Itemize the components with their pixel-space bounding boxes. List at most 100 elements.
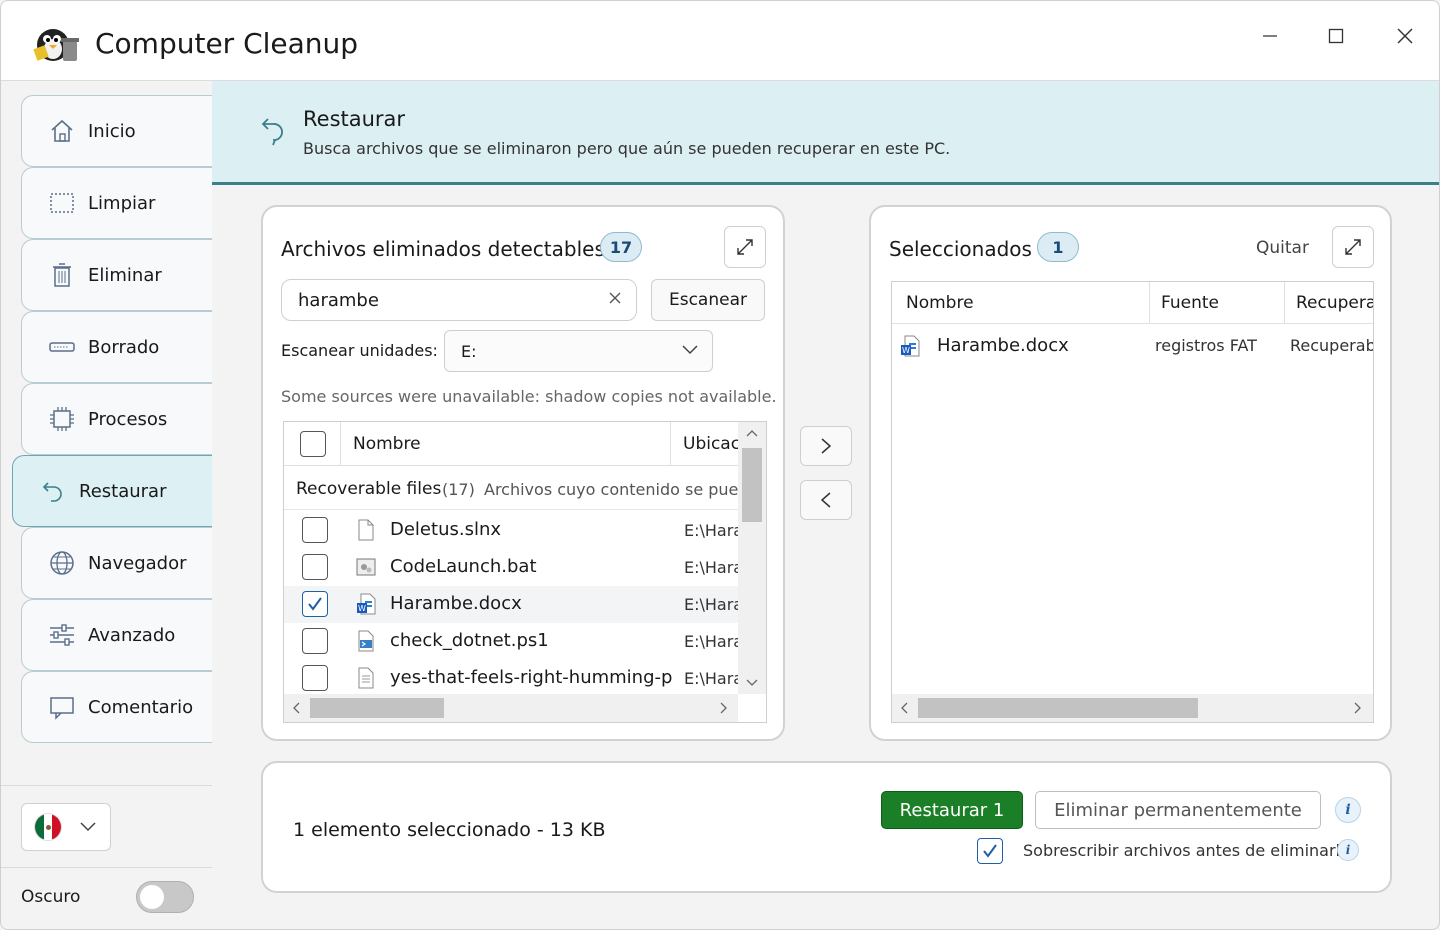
file-name: check_dotnet.ps1	[390, 630, 549, 651]
table-row[interactable]: W Harambe.docx E:\Hara	[284, 586, 738, 623]
overwrite-checkbox[interactable]	[977, 838, 1003, 864]
scroll-left-icon[interactable]	[292, 702, 300, 717]
sidebar-item-label: Eliminar	[88, 264, 162, 286]
svg-text:W: W	[902, 346, 910, 355]
action-panel: 1 elemento seleccionado - 13 KB Restaura…	[261, 761, 1392, 893]
row-checkbox[interactable]	[302, 591, 328, 617]
sidebar-item-label: Borrado	[88, 336, 160, 358]
language-select[interactable]	[21, 803, 111, 851]
word-doc-icon: W	[357, 593, 376, 615]
sidebar-item-inicio[interactable]: Inicio	[21, 95, 212, 167]
table-row[interactable]: Deletus.slnx E:\Hara	[284, 512, 738, 549]
sidebar-item-procesos[interactable]: Procesos	[21, 383, 212, 455]
sidebar-item-restaurar[interactable]: Restaurar	[12, 455, 212, 527]
scroll-left-icon[interactable]	[900, 702, 908, 717]
horizontal-scrollbar[interactable]	[892, 694, 1373, 722]
expand-button[interactable]	[724, 226, 766, 268]
sidebar-item-borrado[interactable]: Borrado	[21, 311, 212, 383]
sidebar-divider	[1, 867, 212, 868]
overwrite-label: Sobrescribir archivos antes de eliminarl…	[1023, 841, 1359, 860]
add-to-selected-button[interactable]	[800, 426, 852, 466]
dark-mode-toggle[interactable]	[136, 881, 194, 913]
group-row[interactable]: Recoverable files (17) Archivos cuyo con…	[284, 466, 738, 510]
selection-status: 1 elemento seleccionado - 13 KB	[293, 819, 606, 841]
scroll-thumb[interactable]	[918, 698, 1198, 718]
scroll-right-icon[interactable]	[720, 702, 728, 717]
scroll-thumb[interactable]	[310, 698, 444, 718]
scan-button[interactable]: Escanear	[651, 279, 765, 321]
file-location: E:\Hara	[684, 558, 738, 577]
cpu-icon	[48, 405, 76, 433]
vertical-scrollbar[interactable]	[738, 422, 766, 694]
app-title: Computer Cleanup	[95, 27, 359, 60]
search-input[interactable]: harambe	[281, 279, 637, 321]
drive-select[interactable]: E:	[444, 330, 713, 372]
scroll-right-icon[interactable]	[1354, 702, 1362, 717]
sidebar-item-comentario[interactable]: Comentario	[21, 671, 212, 743]
column-separator	[670, 422, 671, 466]
sidebar-item-avanzado[interactable]: Avanzado	[21, 599, 212, 671]
broom-icon	[48, 189, 76, 217]
globe-icon	[48, 549, 76, 577]
info-icon[interactable]: i	[1335, 797, 1361, 823]
restore-button[interactable]: Restaurar 1	[881, 791, 1023, 829]
expand-button[interactable]	[1332, 226, 1374, 268]
scroll-thumb[interactable]	[742, 448, 762, 522]
close-button[interactable]	[1385, 21, 1425, 51]
sidebar-item-navegador[interactable]: Navegador	[21, 527, 212, 599]
delete-permanently-button[interactable]: Eliminar permanentemente	[1035, 791, 1321, 829]
row-checkbox[interactable]	[302, 628, 328, 654]
panel-title: Seleccionados	[889, 237, 1032, 261]
chevron-down-icon	[80, 822, 96, 832]
clear-search-icon[interactable]	[608, 289, 622, 310]
row-checkbox[interactable]	[302, 517, 328, 543]
remove-button[interactable]: Quitar	[1256, 238, 1309, 258]
column-header-name[interactable]: Nombre	[353, 434, 421, 454]
dark-mode-label: Oscuro	[21, 887, 81, 907]
title-bar: Computer Cleanup	[1, 1, 1439, 81]
count-badge: 17	[600, 232, 642, 262]
info-icon[interactable]: i	[1337, 839, 1359, 861]
deleted-files-grid: Nombre Ubicac Recoverable files (17) Arc…	[283, 421, 767, 723]
column-header-source[interactable]: Fuente	[1161, 293, 1219, 313]
powershell-file-icon	[358, 630, 374, 652]
table-row[interactable]: check_dotnet.ps1 E:\Hara	[284, 623, 738, 660]
eraser-icon	[48, 333, 76, 361]
sidebar-item-label: Restaurar	[79, 480, 167, 502]
table-row[interactable]: W Harambe.docx registros FAT Recuperab	[892, 328, 1373, 366]
remove-from-selected-button[interactable]	[800, 480, 852, 520]
restore-icon	[260, 115, 288, 149]
column-header-location[interactable]: Ubicac	[683, 434, 738, 454]
group-name: Recoverable files	[296, 479, 442, 499]
file-name: Deletus.slnx	[390, 519, 502, 540]
scroll-down-icon[interactable]	[746, 676, 758, 690]
file-location: E:\Hara	[684, 595, 738, 614]
home-icon	[48, 117, 76, 145]
selected-files-panel: Seleccionados 1 Quitar Nombre Fuente Rec…	[869, 205, 1392, 741]
row-checkbox[interactable]	[302, 665, 328, 691]
sidebar-item-eliminar[interactable]: Eliminar	[21, 239, 212, 311]
select-all-checkbox[interactable]	[300, 431, 326, 457]
file-name: Harambe.docx	[937, 335, 1069, 356]
scroll-up-icon[interactable]	[746, 426, 758, 440]
drive-value: E:	[461, 342, 477, 361]
table-row[interactable]: yes-that-feels-right-humming-p E:\Hara	[284, 660, 738, 697]
maximize-button[interactable]	[1316, 21, 1356, 51]
minimize-button[interactable]	[1250, 21, 1290, 51]
horizontal-scrollbar[interactable]	[284, 694, 738, 722]
column-header-recovery[interactable]: Recupera	[1296, 293, 1373, 313]
sliders-icon	[48, 621, 76, 649]
mexico-flag-icon	[34, 813, 62, 841]
chevron-left-icon	[820, 492, 831, 508]
sidebar-item-limpiar[interactable]: Limpiar	[21, 167, 212, 239]
group-count: (17)	[442, 480, 475, 499]
column-header-name[interactable]: Nombre	[906, 293, 974, 313]
file-name: CodeLaunch.bat	[390, 556, 537, 577]
panel-title: Archivos eliminados detectables	[281, 237, 605, 261]
row-checkbox[interactable]	[302, 554, 328, 580]
sidebar-item-label: Limpiar	[88, 192, 156, 214]
trash-icon	[48, 261, 76, 289]
table-row[interactable]: CodeLaunch.bat E:\Hara	[284, 549, 738, 586]
chevron-down-icon	[682, 345, 698, 355]
search-value: harambe	[298, 290, 379, 311]
